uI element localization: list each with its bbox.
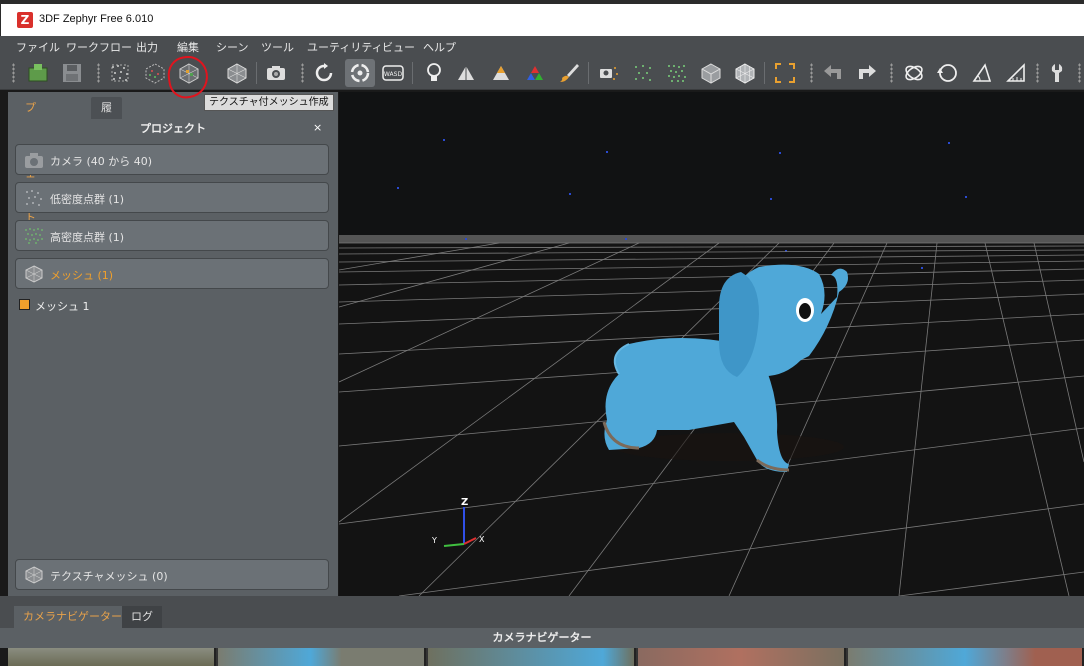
elephant-model[interactable] [602,264,848,472]
window-title: 3DF Zephyr Free 6.010 [39,13,154,25]
mesh-color-swatch [19,299,30,310]
sparse-cloud-icon[interactable] [107,60,133,86]
light-icon[interactable] [421,60,447,86]
tab-history[interactable]: 履歴 [91,97,122,136]
toolbar-grip[interactable] [12,63,15,83]
group-cameras[interactable]: カメラ (40 から 40) [15,144,329,175]
3d-viewport[interactable]: Z Y X [339,92,1084,596]
group-cameras-label: カメラ (40 から 40) [50,155,153,168]
menu-tools[interactable]: ツール [261,39,294,55]
cube-icon[interactable] [698,60,724,86]
toolbar-grip-5[interactable] [890,63,893,83]
tab-log[interactable]: ログ [122,606,162,628]
cube-textured-icon[interactable] [732,60,758,86]
project-panel-title: プロジェクト [8,119,338,139]
wasd-icon[interactable]: WASD [380,60,406,86]
redo-icon[interactable] [854,60,880,86]
title-bar: Z 3DF Zephyr Free 6.010 [0,0,1084,36]
axis-gizmo: Z Y X [431,497,485,547]
points-icon[interactable] [630,60,656,86]
camera-thumbnail[interactable] [218,648,426,666]
toolbar-separator-4 [764,62,765,84]
toolbar-separator-2 [412,62,413,84]
camera-thumbnails [8,648,1084,666]
wasd-label: WASD [384,71,403,78]
select-rect-icon[interactable] [772,60,798,86]
toolbar-grip-2[interactable] [97,63,100,83]
close-panel-button[interactable]: × [313,119,322,137]
group-dense-cloud-label: 高密度点群 (1) [50,231,125,244]
mesh-icon[interactable] [224,60,250,86]
menu-utility[interactable]: ユーティリティ [307,39,383,55]
toolbar-grip-7[interactable] [1078,63,1081,83]
tab-camera-navigator[interactable]: カメラナビゲーター [14,606,131,628]
pivot-orbit-icon[interactable] [345,59,375,87]
zephyr-logo-icon: Z [17,12,33,28]
axis-y-label: Y [431,536,437,545]
ruler-icon[interactable] [1003,60,1029,86]
brush-icon[interactable] [556,60,582,86]
viewport-canvas[interactable]: Z Y X [339,92,1084,596]
group-sparse-cloud[interactable]: 低密度点群 (1) [15,182,329,213]
menu-file[interactable]: ファイル [16,39,60,55]
menu-edit[interactable]: 編集 [177,39,199,55]
triangle-icon[interactable] [453,60,479,86]
gizmo-icon[interactable] [901,60,927,86]
tooltip: テクスチャ付メッシュ作成 [204,94,334,111]
undo-icon[interactable] [820,60,846,86]
textured-mesh-icon[interactable] [176,60,202,86]
group-mesh-label: メッシュ (1) [50,269,114,282]
group-mesh[interactable]: メッシュ (1) [15,258,329,289]
mesh-item-label: メッシュ 1 [35,300,90,313]
rotate-icon[interactable] [935,60,961,86]
menu-export[interactable]: 出力 [136,39,158,55]
orbit-icon[interactable] [311,60,337,86]
toolbar-separator [256,62,257,84]
menu-view[interactable]: ビュー [382,39,415,55]
menu-workflow[interactable]: ワークフロー [66,39,132,55]
triangle-colored-icon[interactable] [488,60,514,86]
textured-mesh-icon [25,566,43,584]
camera-thumbnail[interactable] [428,648,636,666]
axis-x-label: X [479,535,485,544]
group-dense-cloud[interactable]: 高密度点群 (1) [15,220,329,251]
mesh-icon [25,265,43,283]
camera-thumbnail[interactable] [848,648,1084,666]
camera-points-icon[interactable] [596,60,622,86]
menu-help[interactable]: ヘルプ [423,39,456,55]
group-textured-mesh[interactable]: テクスチャメッシュ (0) [15,559,329,590]
toolbar-separator-3 [588,62,589,84]
camera-thumbnail[interactable] [638,648,846,666]
tab-project[interactable]: プロジェクト [15,97,46,224]
camera-icon[interactable] [263,60,289,86]
menu-bar: ファイル ワークフロー 出力 編集 シーン ツール ユーティリティ ビュー ヘル… [0,36,1084,56]
points-green-icon[interactable] [664,60,690,86]
sparse-cloud-icon [26,190,42,206]
group-sparse-cloud-label: 低密度点群 (1) [50,193,125,206]
axis-z-label: Z [461,497,468,508]
dense-cloud-icon[interactable] [142,60,168,86]
toolbar-grip-6[interactable] [1036,63,1039,83]
toolbar-grip-3[interactable] [301,63,304,83]
toolbar-grip-4[interactable] [810,63,813,83]
group-textured-mesh-label: テクスチャメッシュ (0) [50,570,168,583]
camera-icon [25,153,43,168]
camera-thumbnail[interactable] [8,648,216,666]
camera-navigator-title: カメラナビゲーター [0,628,1084,648]
triangle-rgb-icon[interactable] [522,60,548,86]
dense-cloud-icon [25,228,43,244]
menu-scene[interactable]: シーン [216,39,248,55]
new-project-icon[interactable] [25,60,51,86]
save-icon[interactable] [59,60,85,86]
angle-icon[interactable] [969,60,995,86]
toolbar: WASD [0,56,1084,90]
bottom-tab-bar: カメラナビゲーター ログ [0,596,1084,632]
wrench-icon[interactable] [1044,60,1070,86]
